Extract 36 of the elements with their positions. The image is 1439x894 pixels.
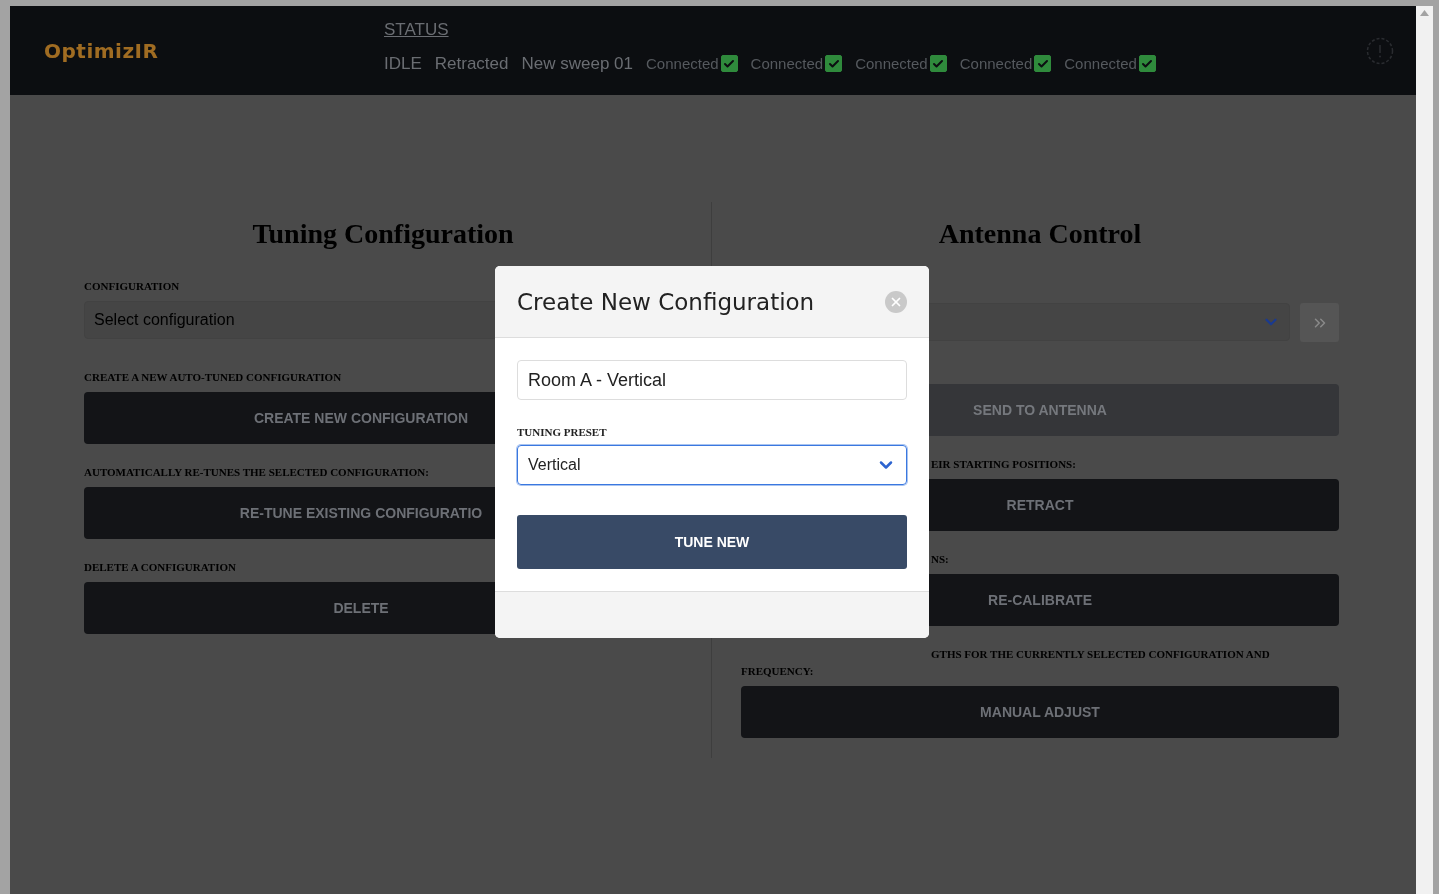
section-label: AUTOMATICALLY RE-TUNES THE SELECTED CONFIGURATION: <box>84 466 429 478</box>
check-icon <box>827 57 840 70</box>
section-label: DELETE A CONFIGURATION <box>84 561 236 573</box>
app-logo: OptimizIR <box>44 38 160 63</box>
check-icon <box>932 57 945 70</box>
connection-label: Connected <box>1064 55 1137 72</box>
section-label: NS: <box>931 553 949 565</box>
status-value: Retracted <box>434 53 509 74</box>
connection-label: Connected <box>646 55 719 72</box>
section-title: Tuning Configuration <box>251 218 515 250</box>
section-label: FREQUENCY: <box>741 665 814 677</box>
section-title: Antenna Control <box>937 218 1143 250</box>
checkbox[interactable] <box>1138 55 1156 72</box>
checkbox[interactable] <box>1034 55 1052 72</box>
scrollbar[interactable] <box>1416 6 1433 894</box>
tune-new-button[interactable]: TUNE NEW <box>517 515 907 569</box>
preset-select[interactable]: Vertical <box>517 445 907 485</box>
checkbox[interactable] <box>720 55 738 72</box>
section-label: GTHS FOR THE CURRENTLY SELECTED CONFIGURATION AND <box>931 648 1270 660</box>
status-link[interactable]: STATUS <box>384 19 1156 40</box>
section-label: CREATE A NEW AUTO-TUNED CONFIGURATION <box>84 371 342 383</box>
status-value: New sweep 01 <box>521 53 633 74</box>
name-input[interactable]: Room A - Vertical <box>517 360 907 400</box>
connection-label: Connected <box>855 55 928 72</box>
status-value: IDLE <box>384 53 422 74</box>
section-label: CONFIGURATION <box>84 280 180 292</box>
section-label: EIR STARTING POSITIONS: <box>931 458 1076 470</box>
action-button[interactable]: MANUAL ADJUST <box>741 686 1339 738</box>
checkbox[interactable] <box>929 55 947 72</box>
field-label: TUNING PRESET <box>517 426 608 438</box>
check-icon <box>723 57 736 70</box>
connection-label: Connected <box>750 55 824 72</box>
check-icon <box>1036 57 1049 70</box>
checkbox[interactable] <box>825 55 843 72</box>
connection-label: Connected <box>959 55 1033 72</box>
check-icon <box>1141 57 1154 70</box>
